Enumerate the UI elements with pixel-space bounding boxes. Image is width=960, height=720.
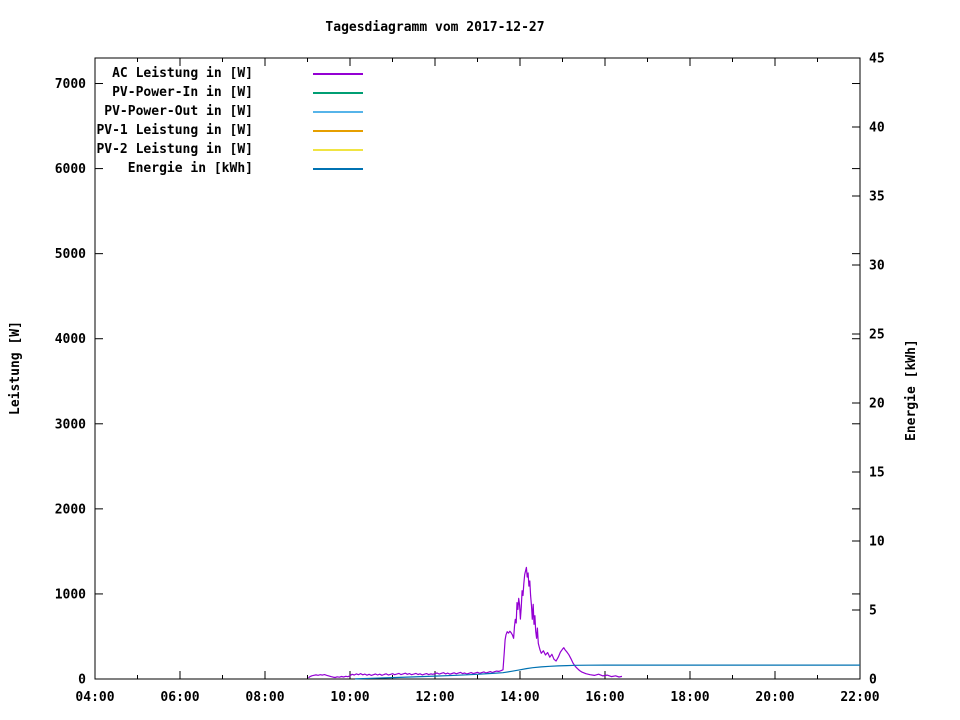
svg-text:45: 45: [869, 52, 885, 67]
svg-text:0: 0: [78, 673, 86, 688]
legend-color-line: [313, 129, 363, 132]
svg-text:1000: 1000: [55, 587, 86, 602]
svg-text:10:00: 10:00: [330, 690, 369, 705]
legend-item: Energie in [kWh]: [95, 159, 363, 178]
legend-item-label: PV-2 Leistung in [W]: [96, 142, 253, 157]
svg-text:30: 30: [869, 259, 885, 274]
svg-text:40: 40: [869, 121, 885, 136]
svg-text:35: 35: [869, 190, 885, 205]
chart-legend: AC Leistung in [W] PV-Power-In in [W] PV…: [95, 64, 363, 178]
legend-item: PV-Power-In in [W]: [95, 83, 363, 102]
svg-text:12:00: 12:00: [415, 690, 454, 705]
svg-text:04:00: 04:00: [75, 690, 114, 705]
svg-text:10: 10: [869, 535, 885, 550]
svg-text:08:00: 08:00: [245, 690, 284, 705]
legend-item: PV-Power-Out in [W]: [95, 102, 363, 121]
legend-color-line: [313, 167, 363, 170]
svg-text:16:00: 16:00: [585, 690, 624, 705]
legend-color-line: [313, 110, 363, 113]
legend-color-line: [313, 148, 363, 151]
svg-text:5: 5: [869, 604, 877, 619]
svg-text:20: 20: [869, 397, 885, 412]
legend-item-label: PV-Power-Out in [W]: [104, 104, 253, 119]
svg-text:4000: 4000: [55, 332, 86, 347]
svg-text:5000: 5000: [55, 247, 86, 262]
svg-text:18:00: 18:00: [670, 690, 709, 705]
y2-axis: 0 5 10 15 20 25 30 35 40 45: [852, 52, 885, 688]
legend-item-label: Energie in [kWh]: [127, 161, 253, 176]
legend-item-label: PV-Power-In in [W]: [112, 85, 253, 100]
legend-item-label: PV-1 Leistung in [W]: [96, 123, 253, 138]
svg-text:0: 0: [869, 673, 877, 688]
series-ac-leistung-in-w: [308, 566, 623, 679]
svg-text:22:00: 22:00: [840, 690, 879, 705]
svg-text:20:00: 20:00: [755, 690, 794, 705]
svg-text:14:00: 14:00: [500, 690, 539, 705]
svg-text:15: 15: [869, 466, 885, 481]
legend-item-label: AC Leistung in [W]: [112, 66, 253, 81]
svg-text:06:00: 06:00: [160, 690, 199, 705]
legend-color-line: [313, 91, 363, 94]
svg-text:25: 25: [869, 328, 885, 343]
svg-text:7000: 7000: [55, 77, 86, 92]
chart: Tagesdiagramm vom 2017-12-27 Leistung [W…: [0, 0, 960, 720]
svg-text:3000: 3000: [55, 417, 86, 432]
legend-item: AC Leistung in [W]: [95, 64, 363, 83]
series-energie-in-kwh: [355, 664, 860, 680]
svg-text:2000: 2000: [55, 502, 86, 517]
legend-item: PV-2 Leistung in [W]: [95, 140, 363, 159]
legend-color-line: [313, 72, 363, 75]
svg-text:6000: 6000: [55, 162, 86, 177]
legend-item: PV-1 Leistung in [W]: [95, 121, 363, 140]
